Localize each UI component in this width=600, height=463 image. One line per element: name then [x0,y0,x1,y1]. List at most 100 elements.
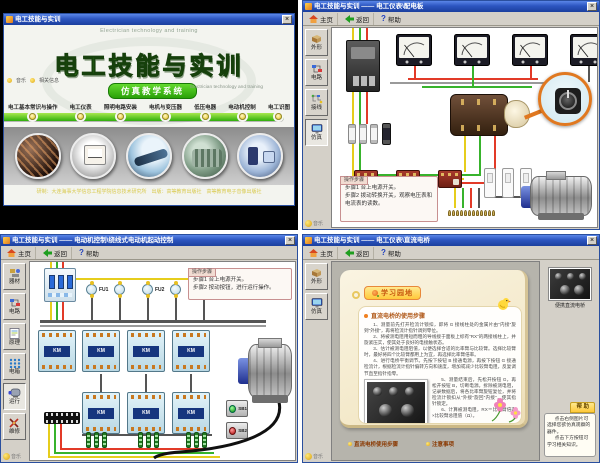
contactor[interactable]: KM [38,330,76,372]
back-button[interactable]: 返回 [343,247,374,259]
menu-dot-icon[interactable] [239,113,246,120]
menu-item-lowvoltage[interactable]: 低压电器 [194,103,216,120]
close-icon[interactable]: × [282,15,292,24]
menu-item-lighting[interactable]: 照明电路安装 [104,103,137,120]
photo-meter[interactable] [70,133,116,179]
contactor[interactable]: KM [127,330,165,372]
relay[interactable] [484,168,496,198]
music-icon[interactable] [305,220,312,227]
menu-dot-icon[interactable] [77,113,84,120]
fuse[interactable] [142,284,153,295]
learning-card: 学习园地 直流电桥的使用步骤 1、测量前先打开检流计锁扣，即将 G 接线柱处的金… [340,270,528,428]
terminal-strip[interactable] [448,210,495,216]
menu-dot-icon[interactable] [117,113,124,120]
sidebar-simulation[interactable]: 仿真 [305,119,328,146]
circuit-breaker[interactable] [44,268,76,302]
fuse[interactable] [86,284,97,295]
sidebar-principle[interactable]: 原理 [3,323,26,350]
meter-sim-window: 电工技能与实训 —— 电工仪表\配电板 × 主页 返回 ? 帮助 [302,0,600,230]
wire [366,28,368,40]
circuit-breaker[interactable] [346,40,380,92]
menu-dot-icon[interactable] [202,113,209,120]
sidebar-wiring[interactable]: 接线 [305,89,328,116]
motor[interactable] [248,344,292,398]
stop-button[interactable] [229,427,236,435]
music-icon[interactable] [3,453,10,460]
fuse-dark[interactable] [382,123,391,145]
contactor[interactable]: KM [82,330,120,372]
photo-components[interactable] [237,133,283,179]
fuse[interactable] [114,284,125,295]
photo-wires[interactable] [15,133,61,179]
bridge-knob [389,387,398,396]
sidebar-maintenance[interactable]: 维修 [3,413,26,440]
close-icon[interactable]: × [587,236,597,245]
fuse[interactable] [370,124,378,144]
sidebar-panel[interactable]: 电箱 [3,353,26,380]
wire [62,302,64,320]
back-arrow-icon [345,15,354,23]
device-thumbnail[interactable] [549,268,591,300]
help-button[interactable]: ? 帮助 [77,247,103,259]
motor-terminal-box [546,171,566,180]
step-paragraph: 2、将被测电阻用短而粗的导线接于面板上标有“RX”的两接线柱上，并旋紧压实，使其… [364,334,516,346]
menu-dot-icon[interactable] [162,113,169,120]
sidebar-appearance[interactable]: 外形 [305,29,328,56]
sidebar: 外形 仿真 音乐 [303,260,330,462]
close-icon[interactable]: × [587,2,597,11]
sidebar-appearance[interactable]: 外形 [305,263,328,290]
splash-window: 电工技能与实训 × Electrician technology and tra… [3,13,295,206]
back-button[interactable]: 返回 [343,13,374,25]
fuse[interactable] [359,124,367,144]
help-button[interactable]: ? 帮助 [379,247,405,259]
close-icon[interactable]: × [285,236,295,245]
analog-meter[interactable] [570,34,598,66]
learning-tab: 学习园地 [364,286,421,300]
menu-item-motors-transformers[interactable]: 电机与变压器 [149,103,182,120]
wire [479,136,481,176]
contactor[interactable]: KM [82,392,120,434]
photo-tool[interactable] [126,133,172,179]
fuse[interactable] [348,124,356,144]
menu-item-basics[interactable]: 电工基本常识与操作 [8,103,58,120]
sidebar-circuit[interactable]: 电路 [305,59,328,86]
sidebar-simulation[interactable]: 仿真 [305,293,328,320]
menu-dot-icon[interactable] [275,113,282,120]
back-button[interactable]: 返回 [41,247,72,259]
home-icon [7,249,16,257]
relay[interactable] [502,168,514,198]
sidebar-run[interactable]: 运行 [3,383,26,410]
terminal-block[interactable] [44,412,80,424]
contactor[interactable]: KM [127,392,165,434]
menu-dot-icon[interactable] [29,113,36,120]
start-button[interactable] [229,405,236,413]
home-button[interactable]: 主页 [5,247,36,259]
link-precautions[interactable]: 注意事项 [426,440,454,448]
link-usage-steps[interactable]: 直流电桥使用步骤 [348,440,398,448]
contactor[interactable]: KM [172,330,210,372]
home-button[interactable]: 主页 [307,13,338,25]
music-icon[interactable] [305,453,312,460]
menu-item-motor-control[interactable]: 电动机控制 [228,103,256,120]
stop-button-box[interactable]: SB2 [226,422,248,439]
home-button[interactable]: 主页 [307,247,338,259]
menu-item-instruments[interactable]: 电工仪表 [70,103,92,120]
wire [145,374,147,394]
start-button-box[interactable]: SB1 [226,400,248,417]
sidebar-circuit[interactable]: 电路 [3,293,26,320]
analog-meter[interactable] [454,34,490,66]
help-button[interactable]: ? 帮助 [379,13,405,25]
sidebar-equipment[interactable]: 器材 [3,263,26,290]
monitor-icon [311,298,323,308]
wire [422,86,532,88]
menu-item-drawings[interactable]: 电工识图 [268,103,290,120]
current-transformer[interactable] [438,170,462,188]
rotary-switch-knob[interactable] [555,88,581,114]
fuse[interactable] [170,284,181,295]
motor[interactable] [530,176,592,216]
analog-meter[interactable] [396,34,432,66]
photo-motor[interactable] [182,133,228,179]
analog-meter[interactable] [512,34,548,66]
changeover-switch[interactable] [450,94,508,136]
contactor[interactable]: KM [172,392,210,434]
